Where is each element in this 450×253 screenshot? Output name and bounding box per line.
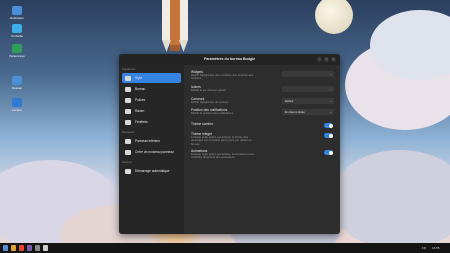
notification-position-dropdown[interactable]: En haut à droite ⌄ bbox=[282, 109, 334, 115]
settings-window: Paramètres du bureau Budgie – □ × Appare… bbox=[119, 54, 340, 234]
desktop-icon-item[interactable]: Lecteur bbox=[6, 98, 28, 112]
trash-icon bbox=[12, 24, 22, 33]
setting-description: Lorsque cette option est activée, le thè… bbox=[191, 135, 252, 146]
active-window-icon[interactable] bbox=[43, 245, 48, 251]
sidebar-item-label: Raven bbox=[135, 109, 145, 113]
animations-toggle[interactable] bbox=[324, 150, 333, 155]
taskbar: FR 16:55 bbox=[0, 243, 450, 253]
setting-dark-theme: Thème sombre bbox=[191, 122, 334, 128]
settings-content: Widgets Définir l'apparence des contrôle… bbox=[184, 65, 340, 234]
desktop-icon-item[interactable]: Dossier bbox=[6, 76, 28, 90]
sidebar-item-label: Fenêtres bbox=[135, 120, 148, 124]
raven-icon bbox=[125, 108, 131, 114]
setting-description: Définir l'apparence du curseur bbox=[191, 100, 229, 104]
chevron-down-icon: ⌄ bbox=[329, 72, 332, 76]
window-title: Paramètres du bureau Budgie bbox=[203, 57, 256, 61]
toggle-knob bbox=[328, 123, 333, 128]
desktop-icon-label: Ordinateur bbox=[9, 16, 25, 20]
keyboard-layout-indicator[interactable]: FR bbox=[422, 246, 426, 250]
sidebar-item-label: Bureau bbox=[135, 87, 146, 91]
vlc-icon bbox=[12, 98, 22, 107]
panel-icon bbox=[125, 138, 131, 144]
setting-title: Thème sombre bbox=[191, 122, 214, 126]
setting-description: Lorsque cette option est activée, les fe… bbox=[191, 152, 254, 160]
moon bbox=[315, 0, 353, 34]
sidebar-section-panels: Panneaux bbox=[122, 130, 135, 134]
terminal-icon[interactable] bbox=[27, 245, 32, 251]
sidebar-section-appearance: Apparence bbox=[122, 67, 136, 71]
icons-dropdown[interactable]: ⌄ bbox=[282, 86, 334, 92]
palette-icon bbox=[125, 75, 131, 81]
desktop-icon-label: Lecteur bbox=[11, 108, 22, 112]
sidebar-item-autostart[interactable]: Démarrage automatique bbox=[122, 166, 181, 176]
window-titlebar[interactable]: Paramètres du bureau Budgie – □ × bbox=[119, 54, 340, 65]
sidebar-item-create-panel[interactable]: Créer un nouveau panneau bbox=[122, 147, 181, 157]
toggle-knob bbox=[328, 150, 333, 155]
sidebar-item-fonts[interactable]: Polices bbox=[122, 95, 181, 105]
add-icon bbox=[125, 149, 131, 155]
setting-notification-position: Position des notifications Définir la po… bbox=[191, 108, 334, 115]
desktop-icon-label: Dossier bbox=[11, 86, 23, 90]
sidebar-item-bottom-panel[interactable]: Panneau inférieur bbox=[122, 136, 181, 146]
maximize-button[interactable]: □ bbox=[324, 57, 329, 62]
notification-position-value: En haut à droite bbox=[285, 110, 305, 114]
sidebar-item-desktop[interactable]: Bureau bbox=[122, 84, 181, 94]
setting-description: Définir la position des notifications bbox=[191, 111, 234, 115]
clock[interactable]: 16:55 bbox=[432, 246, 440, 250]
desktop-icon-label: Paramètres bbox=[9, 54, 25, 58]
files-icon[interactable] bbox=[11, 245, 16, 251]
cursors-dropdown[interactable]: Défaut ⌄ bbox=[282, 98, 334, 104]
settings-icon bbox=[12, 44, 22, 53]
sidebar-item-label: Polices bbox=[135, 98, 146, 102]
sidebar-item-label: Panneau inférieur bbox=[135, 139, 161, 143]
rocket bbox=[162, 0, 188, 52]
sidebar-item-label: Démarrage automatique bbox=[135, 169, 170, 173]
cloud bbox=[330, 150, 450, 250]
windows-icon bbox=[125, 119, 131, 125]
sidebar-item-style[interactable]: Style bbox=[122, 73, 181, 83]
chevron-down-icon: ⌄ bbox=[329, 110, 332, 114]
toggle-knob bbox=[328, 133, 333, 138]
sidebar-item-windows[interactable]: Fenêtres bbox=[122, 117, 181, 127]
chevron-down-icon: ⌄ bbox=[329, 87, 332, 91]
computer-icon bbox=[12, 6, 22, 15]
setting-description: Définir l'apparence des contrôles des fe… bbox=[191, 73, 254, 81]
settings-app-icon[interactable] bbox=[35, 245, 40, 251]
font-icon bbox=[125, 97, 131, 103]
desktop-icon-item[interactable]: Ordinateur bbox=[6, 6, 28, 20]
sidebar-section-session: Session bbox=[122, 160, 132, 164]
setting-animations: Animations Lorsque cette option est acti… bbox=[191, 149, 334, 160]
app-menu-icon[interactable] bbox=[3, 245, 8, 251]
setting-description: Définir le jeu d'icônes global bbox=[191, 88, 226, 92]
sidebar-item-label: Style bbox=[135, 76, 143, 80]
desktop-icon-item[interactable]: Paramètres bbox=[6, 44, 28, 58]
chevron-down-icon: ⌄ bbox=[329, 99, 332, 103]
browser-icon[interactable] bbox=[19, 245, 24, 251]
cursors-value: Défaut bbox=[285, 99, 294, 103]
builtin-theme-toggle[interactable] bbox=[324, 133, 333, 138]
sidebar-item-label: Créer un nouveau panneau bbox=[135, 150, 174, 154]
setting-builtin-theme: Thème intégré Lorsque cette option est a… bbox=[191, 132, 334, 146]
setting-icons: Icônes Définir le jeu d'icônes global ⌄ bbox=[191, 85, 334, 92]
desktop-wallpaper: Ordinateur Corbeille Paramètres Dossier … bbox=[0, 0, 450, 253]
setting-cursors: Curseurs Définir l'apparence du curseur … bbox=[191, 97, 334, 104]
widgets-dropdown[interactable]: ⌄ bbox=[282, 71, 334, 77]
home-icon bbox=[12, 76, 22, 85]
autostart-icon bbox=[125, 168, 131, 174]
desktop-icon-label: Corbeille bbox=[11, 34, 23, 38]
sidebar: Apparence Style Bureau Polices Raven Fen… bbox=[119, 65, 184, 234]
setting-widgets: Widgets Définir l'apparence des contrôle… bbox=[191, 70, 334, 81]
close-button[interactable]: × bbox=[331, 57, 336, 62]
desktop-icon bbox=[125, 86, 131, 92]
desktop-icon-item[interactable]: Corbeille bbox=[6, 24, 28, 38]
minimize-button[interactable]: – bbox=[317, 57, 322, 62]
sidebar-item-raven[interactable]: Raven bbox=[122, 106, 181, 116]
dark-theme-toggle[interactable] bbox=[324, 123, 333, 128]
